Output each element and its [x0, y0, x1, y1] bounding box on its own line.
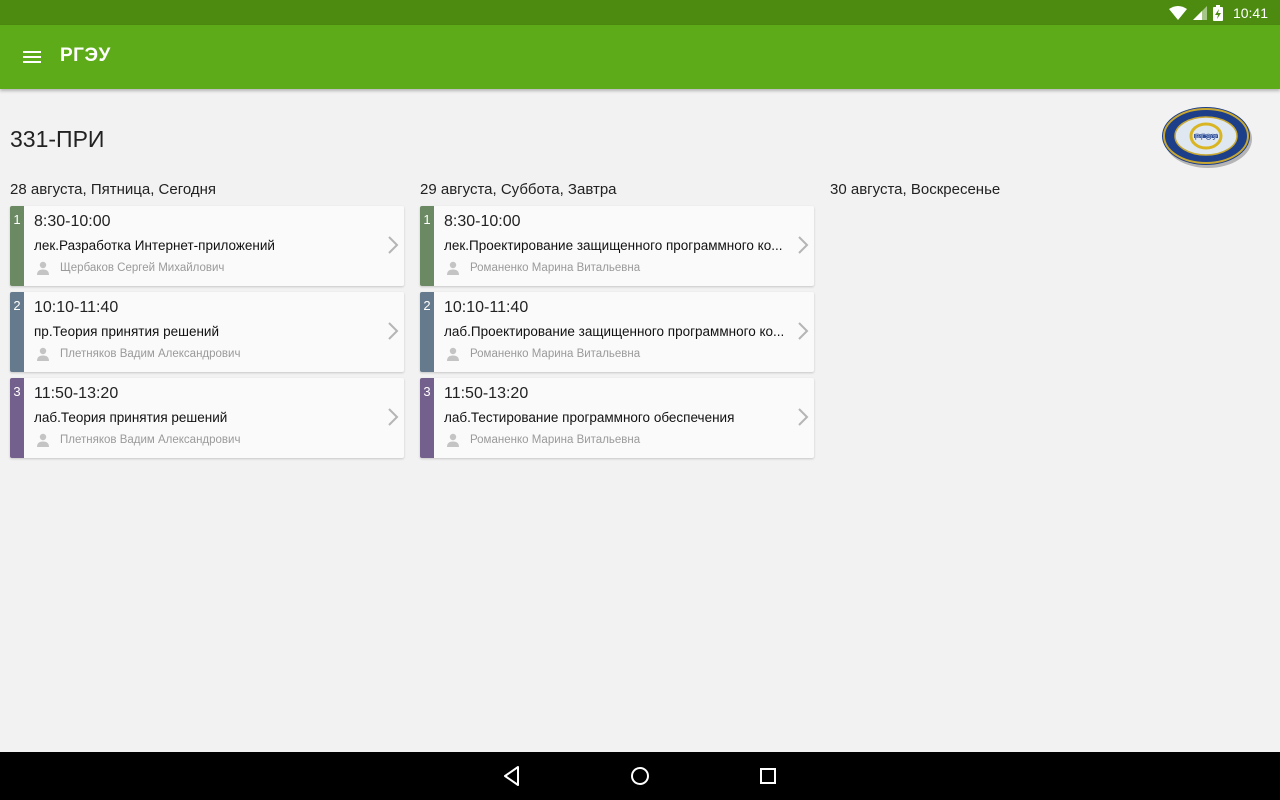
wifi-icon: [1168, 6, 1187, 20]
lesson-teacher: Плетняков Вадим Александрович: [60, 348, 241, 360]
lesson-teacher: Романенко Марина Витальевна: [470, 262, 641, 274]
day-column-tomorrow: 29 августа, Суббота, Завтра 1 8:30-10:00…: [420, 180, 814, 464]
chevron-right-icon: [388, 236, 399, 254]
lesson-time: 8:30-10:00: [34, 213, 111, 230]
lesson-time: 11:50-13:20: [34, 385, 119, 402]
back-icon[interactable]: [500, 764, 524, 788]
chevron-right-icon: [798, 236, 809, 254]
teacher-row: Щербаков Сергей Михайлович: [34, 260, 224, 276]
lesson-card[interactable]: 2 10:10-11:40 лаб.Проектирование защищен…: [420, 292, 814, 372]
lesson-subject: лаб.Проектирование защищенного программн…: [444, 324, 785, 339]
lesson-list: 1 8:30-10:00 лек.Разработка Интернет-при…: [10, 206, 404, 458]
group-title: 331-ПРИ: [10, 126, 105, 152]
app-title: РГЭУ: [60, 45, 111, 66]
chevron-right-icon: [388, 322, 399, 340]
chevron-right-icon: [798, 408, 809, 426]
teacher-row: Плетняков Вадим Александрович: [34, 346, 240, 362]
day-column-sunday: 30 августа, Воскресенье: [830, 180, 1224, 206]
lesson-teacher: Романенко Марина Витальевна: [470, 348, 641, 360]
teacher-row: Романенко Марина Витальевна: [444, 346, 640, 362]
lesson-teacher: Щербаков Сергей Михайлович: [60, 262, 225, 274]
cell-signal-icon: [1192, 6, 1207, 20]
logo-text: РГЭУ: [1194, 132, 1218, 142]
teacher-row: Романенко Марина Витальевна: [444, 260, 640, 276]
lesson-number: 2: [420, 292, 434, 372]
person-icon: [447, 347, 459, 361]
lesson-number: 3: [420, 378, 434, 458]
lesson-card[interactable]: 1 8:30-10:00 лек.Разработка Интернет-при…: [10, 206, 404, 286]
status-bar: 10:41: [0, 0, 1280, 25]
lesson-card[interactable]: 1 8:30-10:00 лек.Проектирование защищенн…: [420, 206, 814, 286]
app-bar: РГЭУ: [0, 25, 1280, 89]
lesson-card[interactable]: 3 11:50-13:20 лаб.Тестирование программн…: [420, 378, 814, 458]
status-icons: 10:41: [1168, 3, 1268, 23]
home-icon[interactable]: [628, 764, 652, 788]
lesson-time: 11:50-13:20: [444, 385, 529, 402]
university-logo: РГЭУ: [1162, 107, 1252, 168]
day-header: 29 августа, Суббота, Завтра: [420, 181, 617, 198]
lesson-number: 1: [420, 206, 434, 286]
lesson-number: 1: [10, 206, 24, 286]
person-icon: [447, 261, 459, 275]
lesson-number: 2: [10, 292, 24, 372]
clock: 10:41: [1232, 5, 1268, 21]
teacher-row: Романенко Марина Витальевна: [444, 432, 640, 448]
person-icon: [37, 433, 49, 447]
lesson-time: 10:10-11:40: [444, 299, 529, 316]
lesson-teacher: Плетняков Вадим Александрович: [60, 434, 241, 446]
lesson-teacher: Романенко Марина Витальевна: [470, 434, 641, 446]
lesson-number: 3: [10, 378, 24, 458]
person-icon: [37, 261, 49, 275]
lesson-card[interactable]: 2 10:10-11:40 пр.Теория принятия решений…: [10, 292, 404, 372]
day-column-today: 28 августа, Пятница, Сегодня 1 8:30-10:0…: [10, 180, 404, 464]
lesson-subject: лаб.Тестирование программного обеспечени…: [444, 410, 735, 425]
lesson-subject: лек.Проектирование защищенного программн…: [444, 238, 783, 253]
person-icon: [447, 433, 459, 447]
recents-icon[interactable]: [756, 764, 780, 788]
lesson-time: 8:30-10:00: [444, 213, 521, 230]
chevron-right-icon: [798, 322, 809, 340]
day-header: 30 августа, Воскресенье: [830, 181, 1001, 198]
lesson-time: 10:10-11:40: [34, 299, 119, 316]
navigation-bar: [0, 752, 1280, 800]
lesson-card[interactable]: 3 11:50-13:20 лаб.Теория принятия решени…: [10, 378, 404, 458]
lesson-subject: пр.Теория принятия решений: [34, 324, 219, 339]
teacher-row: Плетняков Вадим Александрович: [34, 432, 240, 448]
battery-charging-icon: [1212, 5, 1223, 21]
menu-button[interactable]: [12, 37, 52, 77]
lesson-subject: лек.Разработка Интернет-приложений: [34, 238, 275, 253]
person-icon: [37, 347, 49, 361]
lesson-subject: лаб.Теория принятия решений: [34, 410, 228, 425]
day-header: 28 августа, Пятница, Сегодня: [10, 181, 217, 198]
chevron-right-icon: [388, 408, 399, 426]
lesson-list: 1 8:30-10:00 лек.Проектирование защищенн…: [420, 206, 814, 458]
hamburger-menu-icon: [23, 51, 41, 63]
